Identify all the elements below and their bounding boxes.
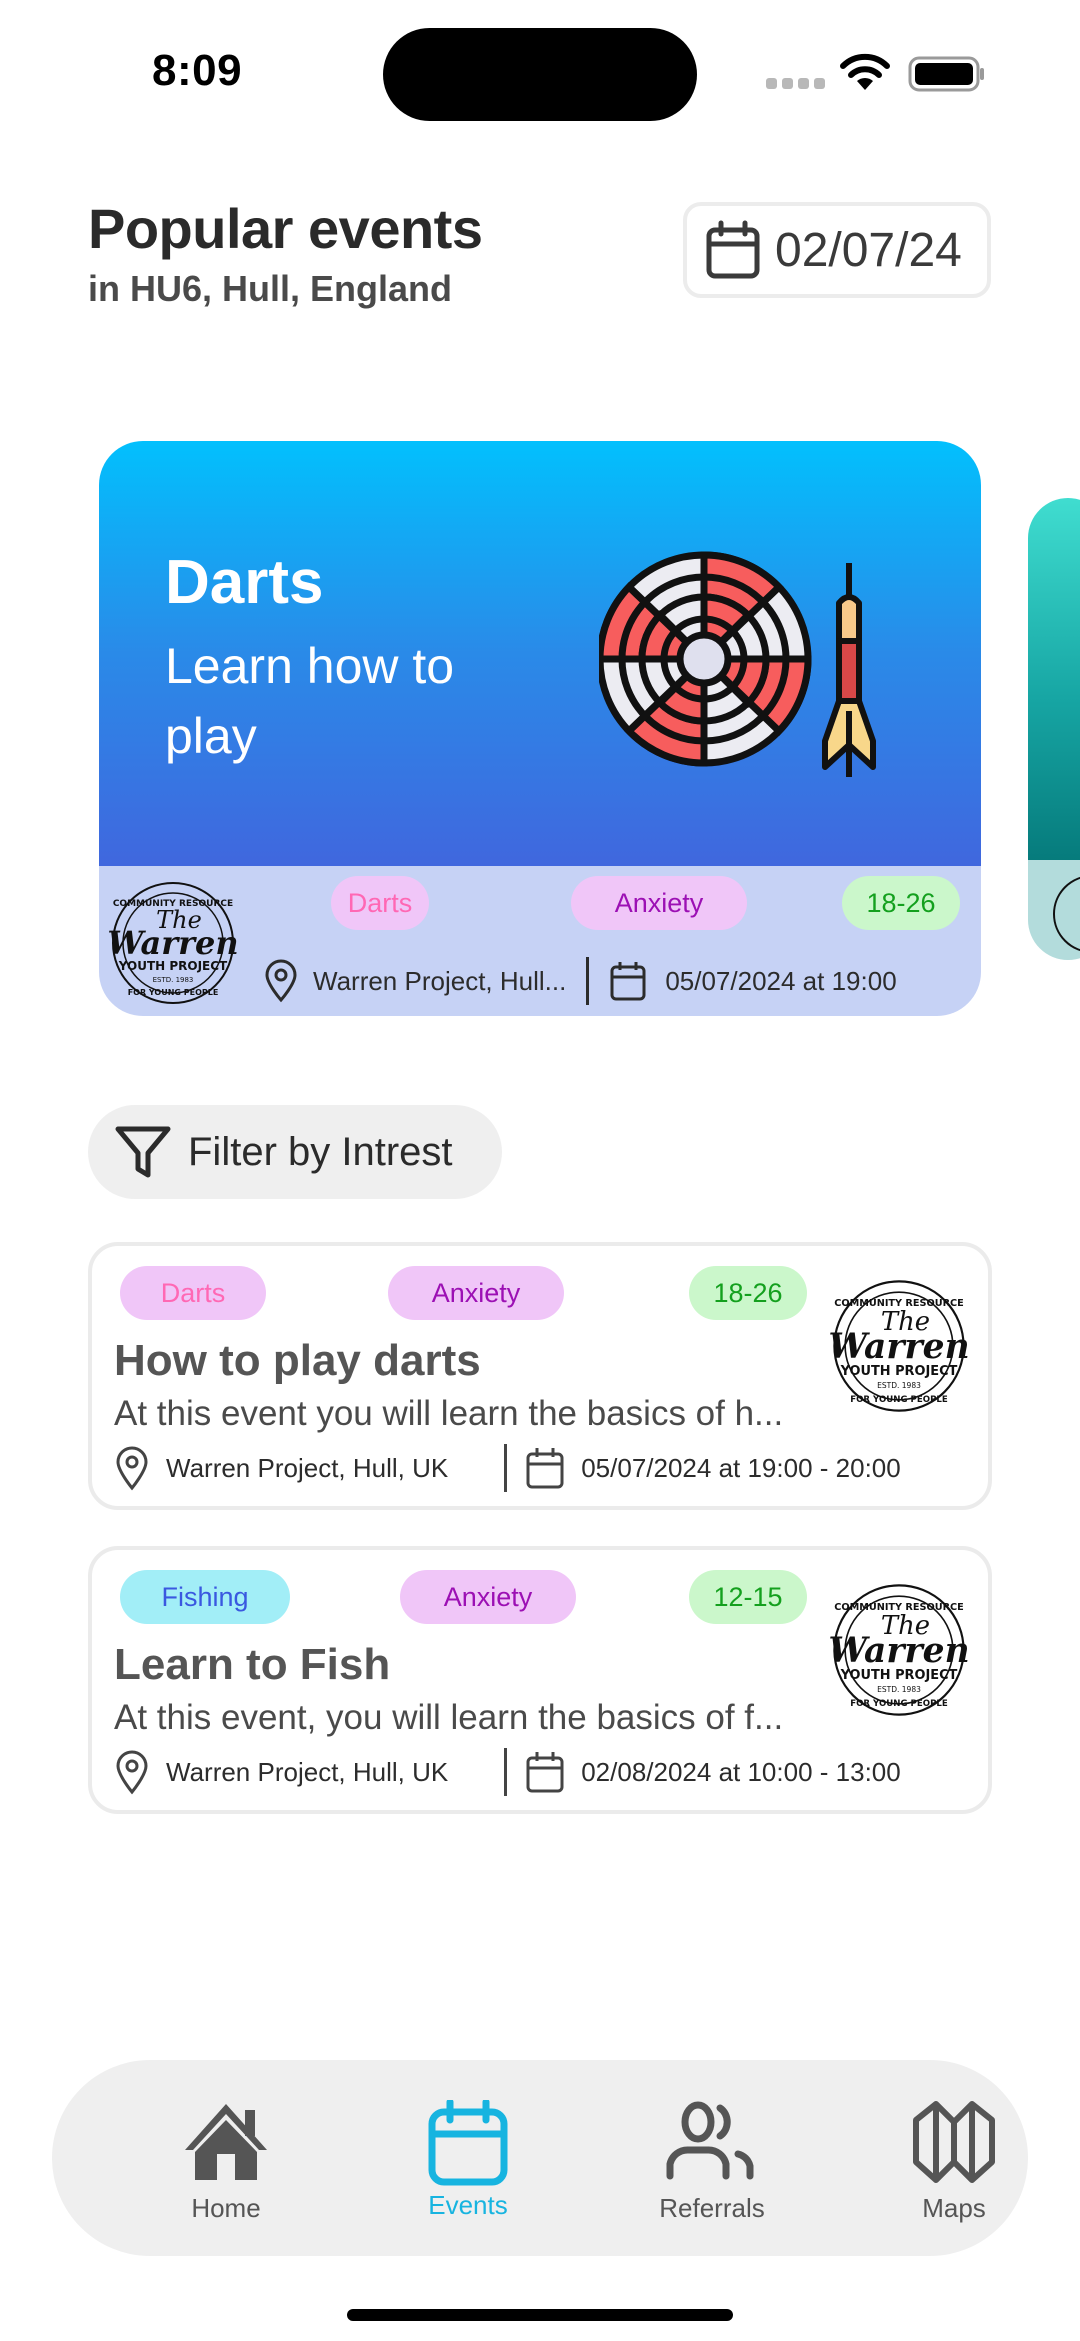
calendar-icon (526, 1752, 564, 1793)
warren-youth-project-logo: W (1053, 876, 1080, 952)
tag-topic[interactable]: Anxiety (571, 876, 747, 930)
location-pin-icon (265, 959, 297, 1003)
featured-location: Warren Project, Hull... (313, 965, 567, 996)
featured-datetime: 05/07/2024 at 19:00 (665, 965, 897, 996)
event-datetime: 02/08/2024 at 10:00 - 13:00 (581, 1756, 901, 1787)
event-details: Warren Project, Hull, UK 05/07/2024 at 1… (114, 1442, 901, 1494)
nav-home-label: Home (191, 2193, 261, 2223)
filter-by-interest-button[interactable]: Filter by Intrest (88, 1105, 502, 1199)
event-title: Learn to Fish (114, 1640, 391, 1689)
event-description: At this event you will learn the basics … (114, 1394, 784, 1433)
cellular-signal-icon (766, 78, 825, 89)
calendar-icon (610, 962, 646, 1001)
warren-youth-project-logo: COMMUNITY RESOURCE The Warren YOUTH PROJ… (828, 1280, 970, 1412)
dartboard-illustration-icon (599, 551, 876, 777)
tag-topic[interactable]: Anxiety (400, 1570, 576, 1624)
nav-referrals[interactable]: Referrals (622, 2060, 802, 2256)
location-subtitle: in HU6, Hull, England (88, 268, 453, 309)
svg-text:ESTD. 1983: ESTD. 1983 (877, 1685, 921, 1694)
tag-interest[interactable]: Darts (331, 876, 429, 930)
event-list-item[interactable]: Fishing Anxiety 12-15 Learn to Fish At t… (88, 1546, 992, 1814)
nav-events[interactable]: Events (378, 2060, 558, 2256)
page-title: Popular events (88, 197, 483, 260)
tag-age-range[interactable]: 18-26 (842, 876, 960, 930)
nav-referrals-label: Referrals (659, 2193, 765, 2223)
svg-text:Warren: Warren (828, 1631, 969, 1671)
event-location: Warren Project, Hull, UK (166, 1452, 449, 1483)
svg-text:FOR YOUNG PEOPLE: FOR YOUNG PEOPLE (850, 1699, 948, 1709)
dynamic-island (383, 28, 697, 121)
event-datetime: 05/07/2024 at 19:00 - 20:00 (581, 1452, 901, 1483)
event-details: Warren Project, Hull, UK 02/08/2024 at 1… (114, 1746, 901, 1798)
featured-event-card[interactable]: Darts Learn how to play COMMUNITY RESOUR… (99, 441, 981, 1016)
filter-icon (115, 1126, 171, 1178)
featured-subtitle: Learn how to play (165, 638, 455, 764)
nav-events-label: Events (428, 2190, 508, 2220)
svg-text:Warren: Warren (828, 1327, 969, 1367)
tag-age-range[interactable]: 18-26 (689, 1266, 807, 1320)
home-icon (185, 2104, 267, 2180)
calendar-icon (706, 220, 760, 279)
users-icon (666, 2101, 754, 2180)
event-description: At this event, you will learn the basics… (114, 1698, 784, 1737)
home-indicator[interactable] (347, 2309, 733, 2321)
featured-title: Darts (165, 548, 324, 617)
svg-text:YOUTH PROJECT: YOUTH PROJECT (118, 959, 228, 973)
divider (586, 957, 590, 1005)
next-card-meta: W (1028, 860, 1080, 960)
featured-meta: COMMUNITY RESOURCE The Warren YOUTH PROJ… (99, 866, 981, 1016)
svg-text:ESTD. 1983: ESTD. 1983 (877, 1381, 921, 1390)
next-featured-card[interactable]: W (1028, 498, 1080, 960)
wifi-icon (840, 53, 890, 90)
bottom-navigation: Home Events Referrals Maps (52, 2060, 1028, 2256)
svg-text:FOR YOUNG PEOPLE: FOR YOUNG PEOPLE (128, 988, 219, 997)
nav-maps-label: Maps (922, 2193, 986, 2223)
divider (504, 1444, 508, 1492)
map-icon (913, 2101, 995, 2183)
calendar-icon (428, 2100, 508, 2186)
battery-icon (908, 56, 984, 92)
nav-maps[interactable]: Maps (864, 2060, 1044, 2256)
svg-text:YOUTH PROJECT: YOUTH PROJECT (840, 1364, 958, 1379)
status-time: 8:09 (152, 46, 243, 95)
next-card-hero (1028, 498, 1080, 860)
svg-text:YOUTH PROJECT: YOUTH PROJECT (840, 1668, 958, 1683)
divider (504, 1748, 508, 1796)
svg-text:ESTD. 1983: ESTD. 1983 (153, 976, 194, 984)
tag-topic[interactable]: Anxiety (388, 1266, 564, 1320)
svg-text:FOR YOUNG PEOPLE: FOR YOUNG PEOPLE (850, 1395, 948, 1405)
location-pin-icon (116, 1446, 148, 1491)
featured-details: Warren Project, Hull... 05/07/2024 at 19… (263, 956, 897, 1006)
nav-home[interactable]: Home (136, 2060, 316, 2256)
event-location: Warren Project, Hull, UK (166, 1756, 449, 1787)
warren-youth-project-logo: COMMUNITY RESOURCE The Warren YOUTH PROJ… (107, 882, 239, 1004)
warren-youth-project-logo: COMMUNITY RESOURCE The Warren YOUTH PROJ… (828, 1584, 970, 1716)
filter-label: Filter by Intrest (188, 1129, 453, 1174)
selected-date: 02/07/24 (775, 223, 962, 277)
tag-interest[interactable]: Darts (120, 1266, 266, 1320)
featured-hero: Darts Learn how to play (99, 441, 981, 866)
event-list-item[interactable]: Darts Anxiety 18-26 How to play darts At… (88, 1242, 992, 1510)
tag-age-range[interactable]: 12-15 (689, 1570, 807, 1624)
date-picker-button[interactable]: 02/07/24 (683, 202, 991, 298)
event-title: How to play darts (114, 1336, 481, 1385)
svg-text:Warren: Warren (107, 924, 238, 962)
calendar-icon (526, 1448, 564, 1489)
tag-interest[interactable]: Fishing (120, 1570, 290, 1624)
location-pin-icon (116, 1750, 148, 1795)
